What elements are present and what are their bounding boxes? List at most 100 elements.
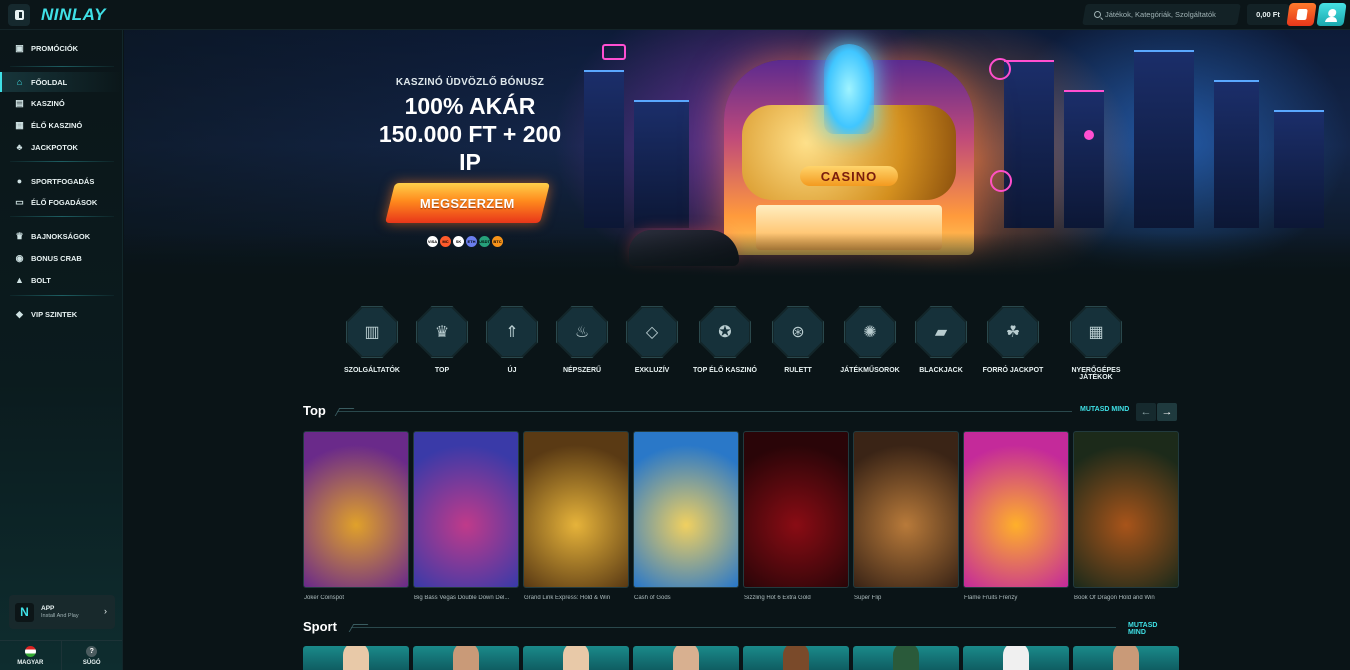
card-icon: ▰ bbox=[934, 324, 948, 341]
game-card[interactable]: Book Of Dragon Hold and Win bbox=[1073, 431, 1179, 606]
payment-btc-icon: BTC bbox=[492, 236, 503, 247]
game-title[interactable]: Big Bass Vegas Double Down Del... bbox=[414, 595, 520, 601]
game-title[interactable]: Book Of Dragon Hold and Win bbox=[1074, 595, 1180, 601]
category-slots[interactable]: ▦ NYERŐGÉPES JÁTÉKOK bbox=[1056, 306, 1136, 381]
game-card[interactable]: Cash of Gods bbox=[633, 431, 739, 606]
game-title[interactable]: Joker Coinspot bbox=[304, 595, 410, 601]
game-title[interactable]: Flame Fruits Frenzy bbox=[964, 595, 1070, 601]
game-card[interactable]: Joker Coinspot bbox=[303, 431, 409, 606]
help-button[interactable]: ? SÚGÓ bbox=[60, 641, 123, 670]
sport-card[interactable] bbox=[1073, 646, 1179, 670]
sidebar-item-vip[interactable]: ◆ VIP szintek bbox=[0, 304, 122, 324]
game-card[interactable]: Big Bass Vegas Double Down Del... bbox=[413, 431, 519, 606]
diamond-icon: ◆ bbox=[16, 308, 23, 319]
sidebar-item-sports[interactable]: ● Sportfogadás bbox=[0, 171, 122, 191]
app-title: APP bbox=[41, 605, 55, 612]
fire-icon: ♨ bbox=[574, 324, 590, 341]
game-card[interactable]: Sizzling Hot 6 Extra Gold bbox=[743, 431, 849, 606]
roulette-icon: ⊛ bbox=[791, 324, 805, 341]
show-all-sport-link[interactable]: MUTASD MIND bbox=[1128, 622, 1177, 636]
section-title-sport: Sport bbox=[303, 619, 337, 634]
category-blackjack[interactable]: ▰ BLACKJACK bbox=[901, 306, 981, 374]
game-thumbnail[interactable] bbox=[303, 431, 409, 588]
sport-card[interactable] bbox=[633, 646, 739, 670]
athlete-image bbox=[673, 646, 699, 670]
athlete-image bbox=[563, 646, 589, 670]
payment-mc-icon: MC bbox=[440, 236, 451, 247]
balance-display[interactable]: 0,00 Ft bbox=[1247, 4, 1289, 25]
medal-icon: ✪ bbox=[718, 324, 732, 341]
sidebar-item-live-bets[interactable]: ▭ Élő fogadások bbox=[0, 192, 122, 212]
search-input[interactable]: Játékok, Kategóriák, Szolgáltatók bbox=[1082, 4, 1241, 25]
sidebar-item-shop[interactable]: ▲ Bolt bbox=[0, 270, 122, 290]
next-arrow-button[interactable]: → bbox=[1157, 403, 1177, 421]
book-icon: ▥ bbox=[364, 324, 380, 341]
user-icon bbox=[1327, 8, 1337, 17]
search-placeholder: Játékok, Kategóriák, Szolgáltatók bbox=[1105, 10, 1216, 19]
sidebar-item-casino[interactable]: ▤ Kaszinó bbox=[0, 93, 122, 113]
sidebar-toggle-icon[interactable] bbox=[8, 3, 30, 26]
show-all-top-link[interactable]: MUTASD MIND bbox=[1080, 406, 1129, 413]
section-title-top: Top bbox=[303, 403, 326, 418]
user-button[interactable] bbox=[1316, 3, 1347, 26]
sport-card[interactable] bbox=[853, 646, 959, 670]
logo[interactable]: NINLAY bbox=[41, 5, 106, 25]
wallet-button[interactable] bbox=[1286, 3, 1317, 26]
claim-bonus-button[interactable]: MEGSZERZEM bbox=[385, 183, 550, 223]
game-thumbnail[interactable] bbox=[963, 431, 1069, 588]
sidebar-item-live-casino[interactable]: ▦ Élő kaszinó bbox=[0, 115, 122, 135]
hot-jackpot-icon: ☘ bbox=[1005, 324, 1021, 341]
category-new[interactable]: ⇑ ÚJ bbox=[472, 306, 552, 374]
home-icon: ⌂ bbox=[16, 77, 23, 87]
game-thumbnail[interactable] bbox=[413, 431, 519, 588]
athlete-image bbox=[783, 646, 809, 670]
sport-card[interactable] bbox=[743, 646, 849, 670]
category-top-live-casino[interactable]: ✪ TOP ÉLŐ KASZINÓ bbox=[685, 306, 765, 374]
crab-icon: ◉ bbox=[15, 252, 24, 263]
category-exclusive[interactable]: ◇ EXKLUZÍV bbox=[612, 306, 692, 374]
game-card[interactable]: Grand Link Express: Hold & Win bbox=[523, 431, 629, 606]
sidebar-item-bonus-crab[interactable]: ◉ Bonus Crab bbox=[0, 248, 122, 268]
game-thumbnail[interactable] bbox=[743, 431, 849, 588]
game-thumbnail[interactable] bbox=[523, 431, 629, 588]
sidebar-item-jackpots[interactable]: ♣ Jackpotok bbox=[0, 137, 122, 157]
athlete-image bbox=[1113, 646, 1139, 670]
category-game-shows[interactable]: ✺ JÁTÉKMŰSOROK bbox=[830, 306, 910, 374]
game-thumbnail[interactable] bbox=[633, 431, 739, 588]
top-section-header: Top MUTASD MIND ← → bbox=[303, 403, 1177, 421]
sidebar-item-tournaments[interactable]: ♛ Bajnokságok bbox=[0, 226, 122, 246]
payment-sk-icon: SK bbox=[453, 236, 464, 247]
sport-card[interactable] bbox=[413, 646, 519, 670]
help-icon: ? bbox=[86, 645, 98, 657]
hero-banner[interactable]: CASINO bbox=[124, 30, 1350, 288]
game-thumbnail[interactable] bbox=[853, 431, 959, 588]
category-popular[interactable]: ♨ NÉPSZERŰ bbox=[542, 306, 622, 374]
sport-card[interactable] bbox=[963, 646, 1069, 670]
game-title[interactable]: Super Flip bbox=[854, 595, 960, 601]
category-providers[interactable]: ▥ SZOLGÁLTATÓK bbox=[332, 306, 412, 374]
casino-sign: CASINO bbox=[800, 166, 898, 186]
game-title[interactable]: Sizzling Hot 6 Extra Gold bbox=[744, 595, 850, 601]
athlete-image bbox=[893, 646, 919, 670]
language-selector[interactable]: MAGYAR bbox=[0, 641, 61, 670]
category-hot-jackpot[interactable]: ☘ FORRÓ JACKPOT bbox=[973, 306, 1053, 374]
wheel-icon: ✺ bbox=[863, 324, 877, 341]
app-install-card[interactable]: N APP Install And Play › bbox=[9, 595, 115, 629]
sport-section-header: Sport MUTASD MIND bbox=[303, 619, 1177, 637]
game-thumbnail[interactable] bbox=[1073, 431, 1179, 588]
category-roulette[interactable]: ⊛ RULETT bbox=[758, 306, 838, 374]
sidebar-divider bbox=[10, 216, 114, 217]
slot-icon: ▤ bbox=[15, 97, 24, 108]
gift-icon: ▣ bbox=[15, 42, 24, 53]
game-card[interactable]: Super Flip bbox=[853, 431, 959, 606]
game-card[interactable]: Flame Fruits Frenzy bbox=[963, 431, 1069, 606]
sport-card[interactable] bbox=[523, 646, 629, 670]
game-title[interactable]: Grand Link Express: Hold & Win bbox=[524, 595, 630, 601]
prev-arrow-button[interactable]: ← bbox=[1136, 403, 1156, 421]
category-top[interactable]: ♛ TOP bbox=[402, 306, 482, 374]
sidebar-item-promotions[interactable]: ▣ Promóciók bbox=[0, 38, 122, 58]
game-title[interactable]: Cash of Gods bbox=[634, 595, 740, 601]
sidebar-divider bbox=[10, 295, 114, 296]
sport-card[interactable] bbox=[303, 646, 409, 670]
sidebar-item-home[interactable]: ⌂ Főoldal bbox=[0, 72, 122, 92]
